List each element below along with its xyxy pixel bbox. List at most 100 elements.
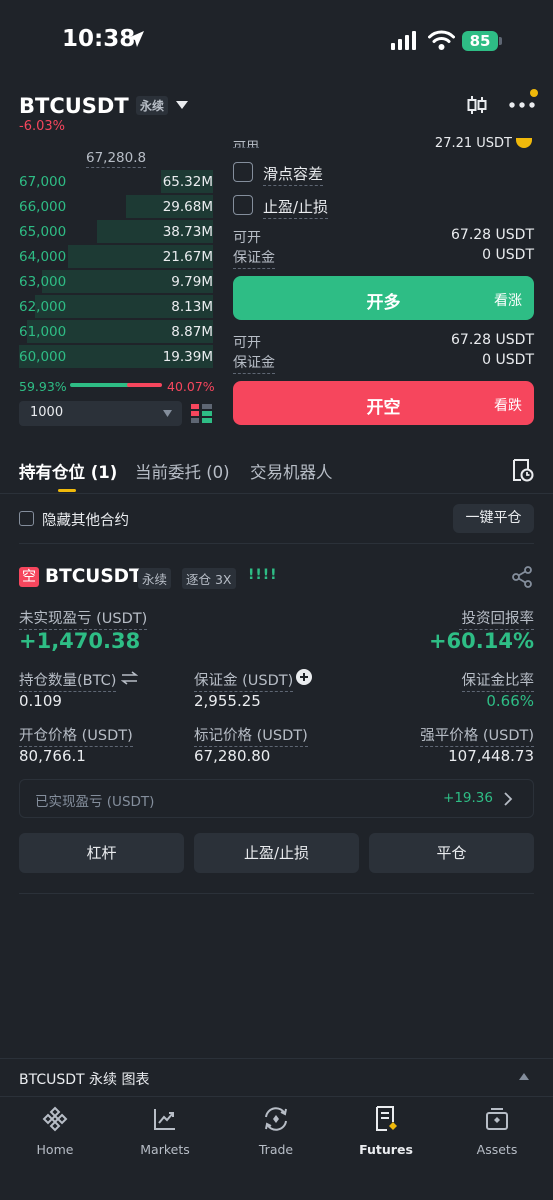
tab-positions[interactable]: 持有仓位 (1) bbox=[19, 459, 117, 483]
depth-value: 1000 bbox=[30, 405, 64, 420]
roi-label: 投资回报率 bbox=[459, 607, 534, 630]
order-history-icon[interactable] bbox=[510, 458, 534, 482]
orderbook-row[interactable]: 62,000 8.13M bbox=[19, 295, 213, 318]
tab-open-orders[interactable]: 当前委托 (0) bbox=[135, 459, 230, 483]
margin-ratio-label: 保证金比率 bbox=[461, 669, 534, 692]
orderbook-row[interactable]: 67,000 65.32M bbox=[19, 170, 213, 193]
swap-arrows-icon[interactable] bbox=[121, 671, 138, 685]
add-margin-icon[interactable] bbox=[296, 669, 312, 685]
orderbook-price: 66,000 bbox=[19, 199, 67, 215]
nav-assets[interactable]: Assets bbox=[442, 1100, 552, 1170]
nav-home[interactable]: Home bbox=[0, 1100, 110, 1170]
chart-bar[interactable]: BTCUSDT 永续 图表 bbox=[0, 1058, 553, 1096]
nav-trade[interactable]: Trade bbox=[221, 1100, 331, 1170]
status-time: 10:38 bbox=[62, 26, 136, 52]
symbol-name: BTCUSDT bbox=[19, 94, 129, 118]
tpsl-checkbox[interactable] bbox=[233, 195, 253, 215]
short-can-open-label: 可开 bbox=[233, 335, 261, 351]
liquidation-price-value: 107,448.73 bbox=[448, 747, 534, 765]
short-side-badge: 空 bbox=[19, 567, 39, 587]
tpsl-button[interactable]: 止盈/止损 bbox=[194, 833, 359, 873]
orderbook-qty: 8.13M bbox=[171, 299, 213, 315]
orderbook-row[interactable]: 64,000 21.67M bbox=[19, 245, 213, 268]
slippage-checkbox[interactable] bbox=[233, 162, 253, 182]
position-margin-value: 2,955.25 bbox=[194, 692, 261, 710]
orderbook-price: 65,000 bbox=[19, 224, 67, 240]
long-can-open-label: 可开 bbox=[233, 230, 261, 246]
orderbook-qty: 9.79M bbox=[171, 274, 213, 290]
assets-wallet-icon bbox=[486, 1108, 508, 1130]
orderbook-price: 64,000 bbox=[19, 249, 67, 265]
orderbook-price: 62,000 bbox=[19, 299, 67, 315]
liquidation-price-label: 强平价格 (USDT) bbox=[420, 724, 534, 747]
long-margin-value: 0 USDT bbox=[482, 247, 534, 263]
roi-value: +60.14% bbox=[428, 629, 534, 653]
notification-dot bbox=[530, 89, 538, 97]
buy-ratio: 59.93% bbox=[19, 379, 67, 394]
long-can-open-value: 67.28 USDT bbox=[451, 227, 534, 243]
nav-trade-label: Trade bbox=[258, 1142, 294, 1157]
orderbook-row[interactable]: 60,000 19.39M bbox=[19, 345, 213, 368]
depth-select[interactable]: 1000 bbox=[19, 401, 182, 426]
position-size-label: 持仓数量(BTC) bbox=[19, 669, 117, 692]
leverage-button[interactable]: 杠杆 bbox=[19, 833, 184, 873]
close-all-button[interactable]: 一键平仓 bbox=[453, 504, 534, 533]
filter-divider bbox=[19, 543, 534, 544]
available-value: 27.21 USDT bbox=[434, 136, 512, 148]
position-symbol[interactable]: BTCUSDT bbox=[45, 566, 142, 587]
close-position-button[interactable]: 平仓 bbox=[369, 833, 534, 873]
orderbook-qty: 65.32M bbox=[162, 174, 213, 190]
orderbook-layout-icon[interactable] bbox=[191, 403, 212, 424]
mark-price-value: 67,280.80 bbox=[194, 747, 271, 765]
orderbook-price: 60,000 bbox=[19, 349, 67, 365]
more-icon[interactable] bbox=[509, 99, 535, 111]
hide-others-checkbox[interactable] bbox=[19, 511, 34, 526]
orderbook-price: 67,000 bbox=[19, 174, 67, 190]
orderbook-row[interactable]: 66,000 29.68M bbox=[19, 195, 213, 218]
realized-pnl-row[interactable]: 已实现盈亏 (USDT) +19.36 bbox=[19, 779, 534, 818]
orderbook-row[interactable]: 63,000 9.79M bbox=[19, 270, 213, 293]
candlestick-chart-icon[interactable] bbox=[466, 94, 488, 116]
orderbook-row[interactable]: 65,000 38.73M bbox=[19, 220, 213, 243]
open-long-label: 开多 bbox=[366, 293, 401, 313]
orderbook-qty: 21.67M bbox=[162, 249, 213, 265]
share-icon[interactable] bbox=[511, 566, 533, 588]
position-divider bbox=[19, 893, 534, 894]
orderbook-qty: 19.39M bbox=[162, 349, 213, 365]
orderbook-price: 63,000 bbox=[19, 274, 67, 290]
open-short-button[interactable]: 开空 看跌 bbox=[233, 381, 534, 425]
tab-trading-bots[interactable]: 交易机器人 bbox=[250, 459, 333, 483]
margin-ratio-value: 0.66% bbox=[486, 692, 534, 710]
tabs-divider bbox=[0, 493, 553, 494]
position-margin-mode-tag[interactable]: 逐仓 3X bbox=[182, 568, 236, 589]
battery-tip bbox=[499, 37, 502, 45]
position-perpetual-tag: 永续 bbox=[138, 568, 172, 589]
orderbook-row[interactable]: 61,000 8.87M bbox=[19, 320, 213, 343]
unrealized-pnl-value: +1,470.38 bbox=[19, 629, 141, 653]
info-icon[interactable] bbox=[516, 138, 532, 148]
short-can-open-value: 67.28 USDT bbox=[451, 332, 534, 348]
cellular-signal-icon bbox=[391, 31, 421, 50]
caret-down-icon bbox=[163, 410, 172, 417]
symbol-title[interactable]: BTCUSDT 永续 bbox=[19, 94, 189, 118]
adl-indicator: !!!! bbox=[248, 567, 278, 583]
mark-price[interactable]: 67,280.8 bbox=[86, 150, 147, 168]
nav-assets-label: Assets bbox=[476, 1142, 518, 1157]
short-margin-value: 0 USDT bbox=[482, 352, 534, 368]
hide-others-label[interactable]: 隐藏其他合约 bbox=[42, 509, 129, 530]
home-logo-icon bbox=[42, 1106, 68, 1132]
short-margin-label: 保证金 bbox=[233, 352, 275, 374]
long-margin-label: 保证金 bbox=[233, 247, 275, 269]
nav-futures[interactable]: Futures bbox=[331, 1100, 441, 1170]
wifi-icon bbox=[428, 30, 455, 50]
slippage-label[interactable]: 滑点容差 bbox=[263, 163, 324, 186]
chevron-right-icon bbox=[504, 792, 513, 806]
battery-indicator: 85 bbox=[462, 31, 498, 51]
mark-price-label: 标记价格 (USDT) bbox=[194, 724, 308, 747]
open-long-button[interactable]: 开多 看涨 bbox=[233, 276, 534, 320]
tpsl-label[interactable]: 止盈/止损 bbox=[263, 196, 329, 219]
entry-price-label: 开仓价格 (USDT) bbox=[19, 724, 133, 747]
nav-markets[interactable]: Markets bbox=[110, 1100, 220, 1170]
markets-chart-icon bbox=[154, 1109, 175, 1130]
trade-exchange-icon bbox=[265, 1107, 287, 1131]
